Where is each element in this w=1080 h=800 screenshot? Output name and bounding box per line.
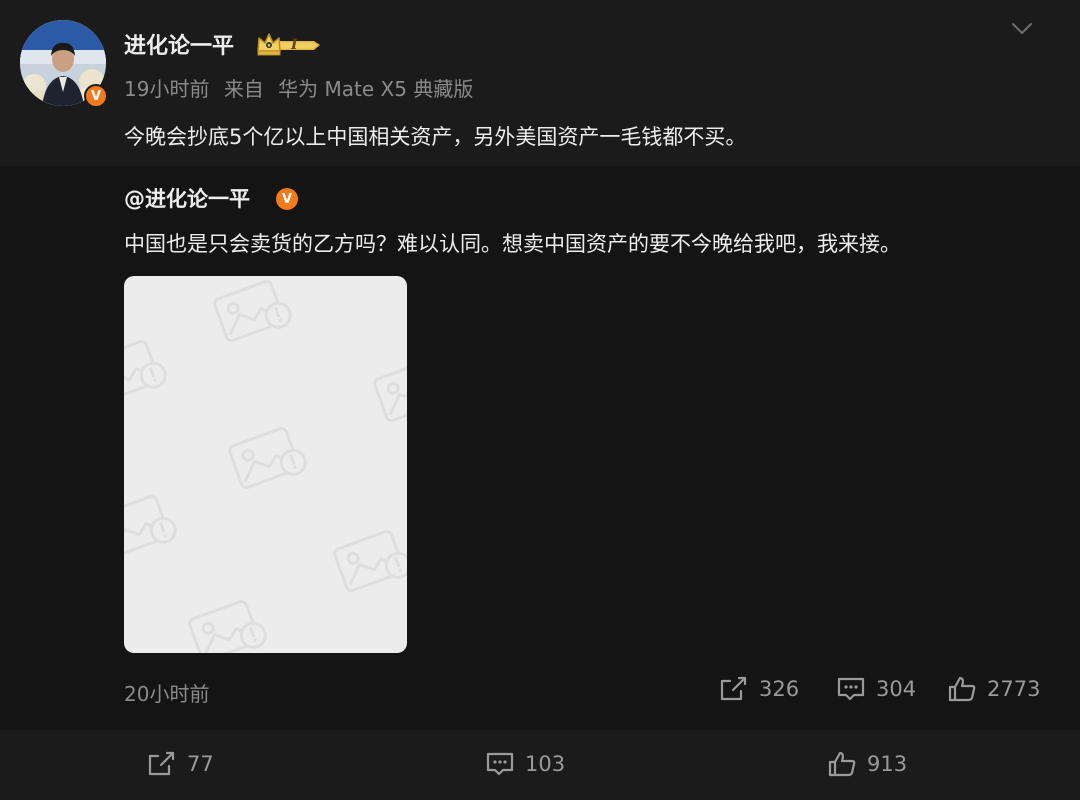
post-meta: 19小时前 来自 华为 Mate X5 典藏版 — [124, 73, 473, 102]
source-prefix: 来自 — [223, 77, 264, 101]
comment-count: 304 — [876, 677, 917, 701]
thumbs-up-icon — [948, 676, 976, 702]
like-count: 913 — [867, 752, 908, 776]
reposted-content[interactable]: @进化论一平 V 中国也是只会卖货的乙方吗？难以认同。想卖中国资产的要不今晚给我… — [0, 166, 1080, 730]
post-action-bar: 77 103 913 — [0, 730, 1080, 800]
post-text: 今晚会抄底5个亿以上中国相关资产，另外美国资产一毛钱都不买。 — [124, 125, 747, 149]
like-count: 2773 — [987, 677, 1041, 701]
author-name[interactable]: 进化论一平 — [124, 28, 234, 60]
weibo-post: V 进化论一平 I 19小时前 来自 华为 Mate X5 典藏版 今晚会抄底5… — [0, 0, 1080, 166]
crown-level: I — [291, 37, 298, 53]
verified-badge-icon: V — [276, 188, 298, 210]
thumbs-up-icon — [828, 751, 856, 777]
share-button[interactable]: 77 — [147, 750, 214, 778]
share-count: 326 — [759, 677, 800, 701]
crown-badge-icon[interactable]: I — [256, 31, 322, 59]
comment-count: 103 — [525, 752, 566, 776]
share-icon — [720, 676, 747, 701]
original-post-text: 中国也是只会卖货的乙方吗？难以认同。想卖中国资产的要不今晚给我吧，我来接。 — [124, 232, 901, 256]
share-count: 77 — [187, 752, 214, 776]
avatar-container[interactable]: V — [20, 20, 108, 108]
original-author-link[interactable]: @进化论一平 — [124, 183, 250, 213]
verified-mark: V — [90, 88, 102, 104]
repost-comment-button[interactable]: 304 — [836, 675, 916, 703]
comment-icon — [837, 677, 865, 701]
device-source[interactable]: 华为 Mate X5 典藏版 — [278, 77, 473, 101]
comment-button[interactable]: 103 — [485, 750, 565, 778]
verified-badge-icon: V — [84, 84, 108, 108]
post-timestamp[interactable]: 19小时前 — [124, 77, 209, 101]
like-button[interactable]: 913 — [827, 750, 907, 778]
share-icon — [148, 751, 175, 776]
comment-icon — [486, 752, 514, 776]
original-post-timestamp[interactable]: 20小时前 — [124, 678, 209, 707]
chevron-down-icon[interactable] — [1008, 16, 1036, 40]
repost-like-button[interactable]: 2773 — [947, 675, 1040, 703]
image-placeholder[interactable] — [124, 276, 407, 653]
repost-share-button[interactable]: 326 — [719, 675, 799, 703]
image-placeholder-icon — [124, 276, 407, 653]
verified-mark: V — [281, 191, 293, 207]
